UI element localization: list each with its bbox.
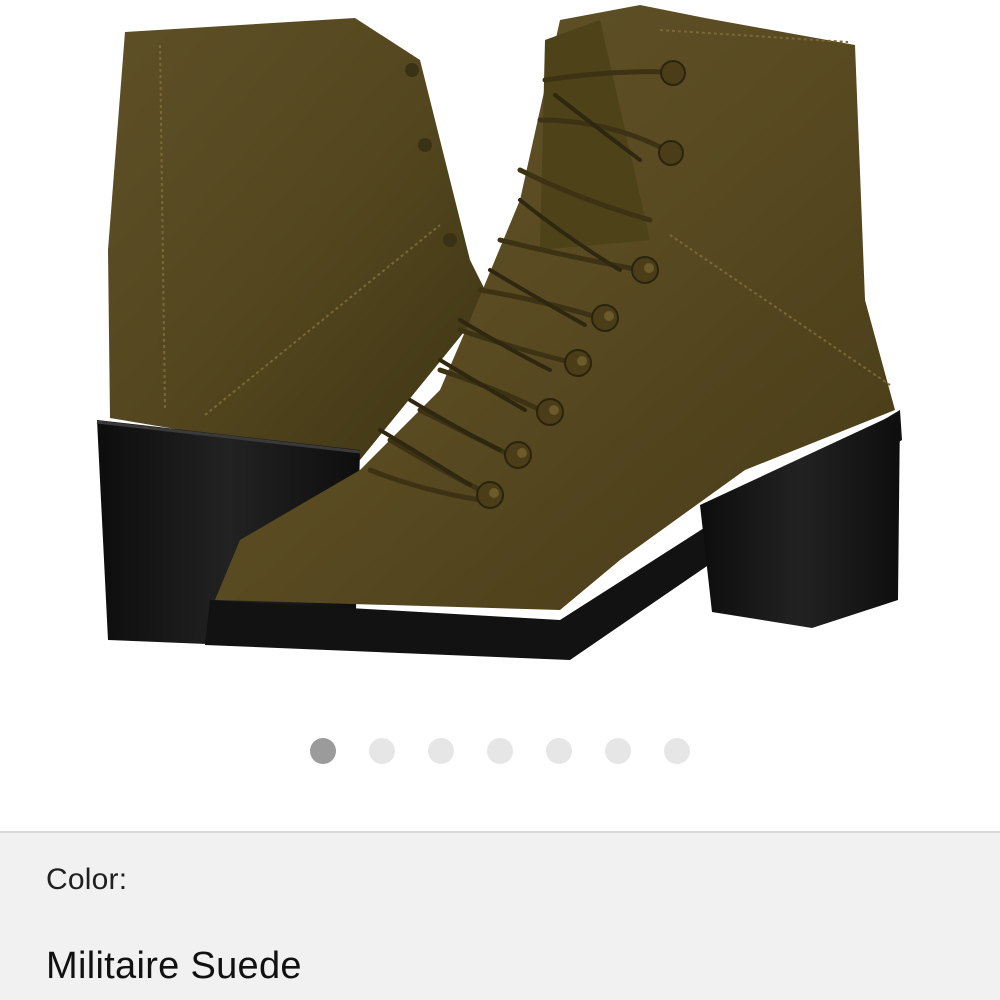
carousel-pagination: [0, 737, 1000, 765]
carousel-dot[interactable]: [428, 738, 454, 764]
boot-product-image: [96, 5, 902, 660]
carousel-dot[interactable]: [605, 738, 631, 764]
color-label: Color:: [46, 863, 128, 896]
carousel-dot[interactable]: [664, 738, 690, 764]
carousel-dot[interactable]: [487, 738, 513, 764]
carousel-dot[interactable]: [546, 738, 572, 764]
carousel-dot[interactable]: [310, 738, 336, 764]
carousel-dot[interactable]: [369, 738, 395, 764]
color-selector-panel: Color: Militaire Suede: [0, 831, 1000, 1000]
color-value: Militaire Suede: [46, 945, 302, 987]
product-image-gallery[interactable]: [0, 0, 1000, 720]
